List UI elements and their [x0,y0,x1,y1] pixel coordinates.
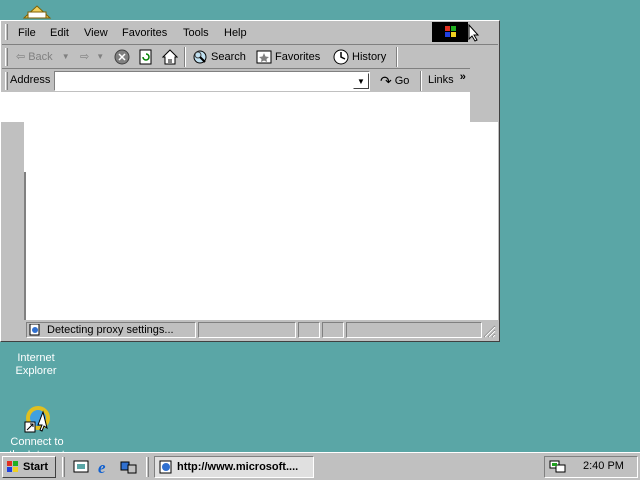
start-label: Start [23,461,49,473]
throbber [432,22,468,42]
status-panel-zone [346,322,482,338]
favorites-label: Favorites [275,51,321,63]
windows-logo-icon [445,26,456,37]
clock[interactable]: 2:40 PM [583,460,624,472]
chevron-right-icon: » [459,71,466,83]
menu-bar: File Edit View Favorites Tools Help [2,21,470,43]
favorites-icon [256,50,272,64]
back-button[interactable]: ⇦ Back ▼ [16,47,70,67]
forward-button[interactable]: ⇨ ▼ [80,47,104,67]
address-bar: Address ▼ ↷ Go Links » [2,68,470,93]
quicklaunch-channels[interactable] [120,458,138,479]
menu-view[interactable]: View [84,25,108,41]
svg-text:e: e [98,458,106,476]
mouse-cursor-icon [468,24,480,42]
quicklaunch-ie[interactable]: e [96,458,114,479]
menu-tools[interactable]: Tools [183,25,209,41]
history-label: History [352,51,387,63]
status-panel-progress [198,322,296,338]
content-left-shadow [24,172,26,320]
search-button[interactable]: Search [192,47,246,67]
status-text: Detecting proxy settings... [47,324,174,336]
refresh-icon [139,49,152,65]
chevron-down-icon: ▼ [357,77,365,86]
home-button[interactable] [162,47,178,67]
history-icon [333,49,349,65]
address-dropdown-button[interactable]: ▼ [353,73,369,89]
refresh-button[interactable] [138,47,154,67]
system-tray: 2:40 PM [544,456,638,478]
status-bar: Detecting proxy settings... [24,320,498,340]
desktop-icon-connect-to-internet[interactable]: Connect to the Internet [2,376,72,462]
history-button[interactable]: History [333,47,386,67]
internet-explorer-icon: e [98,458,106,477]
home-icon [162,49,178,65]
taskbar-button-label: http://www.microsoft.... [177,461,299,473]
search-label: Search [211,51,246,63]
page-icon [159,460,172,474]
back-arrow-icon: ⇦ [16,51,26,63]
taskbar-button-ie[interactable]: http://www.microsoft.... [154,456,314,478]
search-icon [193,50,207,64]
go-label: Go [394,75,410,87]
address-input[interactable] [54,71,370,91]
network-icon[interactable] [549,459,567,475]
connect-internet-icon [21,389,53,433]
forward-arrow-icon: ⇨ [80,51,90,63]
go-arrow-icon: ↷ [380,73,392,89]
page-icon [29,324,40,336]
desktop-icon-label: Internet Explorer [15,352,57,377]
chevron-down-icon: ▼ [96,52,105,61]
desktop-icon-internet-explorer[interactable]: Internet Explorer [1,339,71,378]
go-button[interactable]: ↷ Go [380,71,409,91]
desktop-top-icon[interactable] [22,2,52,20]
start-button[interactable]: Start [2,456,56,478]
standard-toolbar: ⇦ Back ▼ ⇨ ▼ Search Favorites History [2,44,498,69]
status-panel-a [298,322,320,338]
menu-help[interactable]: Help [224,25,247,41]
menu-edit[interactable]: Edit [50,25,69,41]
links-label: Links [428,74,454,86]
stop-icon [114,49,130,65]
links-button[interactable]: Links » [428,71,466,86]
channels-icon [120,461,137,474]
resize-grip[interactable] [482,324,496,338]
stop-button[interactable] [114,47,130,67]
address-label: Address [10,74,51,86]
show-desktop-icon [73,460,89,473]
chevron-down-icon: ▼ [61,52,70,61]
folder-icon [22,5,52,19]
quicklaunch-desktop[interactable] [72,458,90,479]
back-label: Back [28,51,53,63]
page-content-main[interactable] [24,122,498,320]
menu-file[interactable]: File [18,25,36,41]
windows-logo-icon [7,461,18,472]
status-panel-text: Detecting proxy settings... [26,322,196,338]
menu-favorites[interactable]: Favorites [122,25,167,41]
page-content[interactable] [0,92,470,122]
resize-grip-icon [483,325,496,338]
status-panel-b [322,322,344,338]
favorites-button[interactable]: Favorites [256,47,320,67]
taskbar: Start e http://www.microsoft.... 2:40 PM [0,452,640,480]
